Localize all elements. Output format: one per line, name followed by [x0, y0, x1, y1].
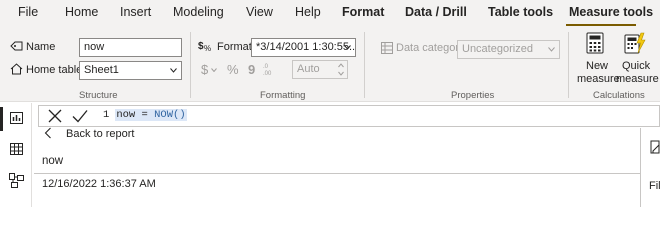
data-category-label: Data category [396, 42, 465, 54]
formatting-group-label: Formatting [260, 90, 306, 101]
calculations-group-label: Calculations [593, 90, 645, 101]
quick-measure-label-1: Quick [622, 60, 651, 72]
formula-bar: 1 now = NOW() [38, 105, 660, 127]
tab-modeling[interactable]: Modeling [173, 5, 224, 19]
ribbon-divider [190, 32, 191, 98]
quick-calculator-icon [624, 32, 646, 54]
tab-file[interactable]: File [18, 5, 38, 19]
new-measure-label-1: New [586, 60, 609, 72]
percent-button[interactable]: % [227, 62, 239, 77]
home-table-label: Home table [26, 64, 83, 76]
data-category-value: Uncategorized [462, 43, 533, 55]
data-view-icon[interactable] [10, 143, 23, 155]
home-icon [10, 63, 23, 75]
data-category-icon [381, 42, 393, 54]
properties-group-label: Properties [451, 90, 495, 101]
view-sidebar [0, 103, 32, 207]
menu-bar: File Home Insert Modeling View Help Form… [0, 0, 660, 26]
back-to-report-link[interactable]: Back to report [66, 128, 134, 140]
tab-insert[interactable]: Insert [120, 5, 151, 19]
back-arrow-icon[interactable] [44, 127, 52, 139]
tab-view[interactable]: View [246, 5, 273, 19]
new-measure-label-2: measure [577, 73, 620, 85]
formula-line-number: 1 [103, 109, 110, 121]
calculator-icon [586, 32, 604, 54]
ribbon-divider [568, 32, 569, 98]
filters-pane-label: Fil [649, 180, 660, 192]
chevron-down-icon [170, 68, 177, 73]
tag-icon [10, 41, 23, 51]
quick-measure-button[interactable]: Quick measure [616, 30, 660, 86]
format-value: *3/14/2001 1:30:55... [256, 41, 356, 53]
formula-editor[interactable]: 1 now = NOW() [103, 109, 187, 121]
home-table-select[interactable]: Sheet1 [79, 61, 182, 80]
name-label: Name [26, 41, 56, 53]
svg-text:.0: .0 [263, 64, 269, 70]
model-view-icon[interactable] [9, 173, 24, 188]
chevron-down-icon [344, 45, 351, 50]
formula-function: NOW() [154, 109, 186, 121]
formula-selection: now = NOW() [115, 109, 187, 121]
format-icon: $ % [198, 41, 211, 53]
decimal-places-stepper[interactable]: Auto [292, 60, 348, 79]
ribbon-divider [364, 32, 365, 98]
tab-home[interactable]: Home [65, 5, 98, 19]
chevron-down-icon [211, 68, 217, 72]
svg-text:%: % [204, 44, 211, 53]
tab-data-drill[interactable]: Data / Drill [405, 5, 467, 19]
formula-text: now = [116, 109, 155, 121]
panel-icon[interactable] [650, 140, 660, 154]
commit-formula-icon[interactable] [72, 108, 88, 124]
ribbon: Name now Home table Sheet1 Structure $ %… [0, 26, 660, 102]
comma-style-button[interactable]: 9 [248, 62, 255, 77]
decimal-places-value: Auto [297, 63, 320, 75]
tab-help[interactable]: Help [295, 5, 321, 19]
header-divider [34, 173, 640, 174]
tab-format[interactable]: Format [342, 5, 384, 19]
tab-measure-tools[interactable]: Measure tools [569, 5, 653, 19]
active-view-indicator [0, 107, 3, 131]
decrease-decimal-icon[interactable]: .0 .00 [262, 62, 276, 76]
stepper-arrows-icon [338, 63, 344, 76]
data-category-select[interactable]: Uncategorized [457, 40, 560, 59]
tab-table-tools[interactable]: Table tools [488, 5, 553, 19]
home-table-value: Sheet1 [84, 64, 119, 76]
svg-text:.00: .00 [263, 71, 272, 76]
table-cell: 12/16/2022 1:36:37 AM [42, 178, 156, 190]
structure-group-label: Structure [79, 90, 118, 101]
new-measure-button[interactable]: New measure [576, 30, 620, 86]
report-view-icon[interactable] [10, 112, 23, 124]
name-input[interactable]: now [79, 38, 182, 57]
column-header[interactable]: now [42, 155, 63, 167]
quick-measure-label-2: measure [616, 73, 659, 85]
currency-button[interactable]: $ [201, 62, 208, 77]
cancel-formula-icon[interactable] [47, 108, 63, 124]
chevron-down-icon [548, 47, 555, 52]
right-panel: Fil [640, 128, 660, 207]
format-select[interactable]: *3/14/2001 1:30:55... [251, 38, 356, 57]
format-label: Format [217, 41, 252, 53]
